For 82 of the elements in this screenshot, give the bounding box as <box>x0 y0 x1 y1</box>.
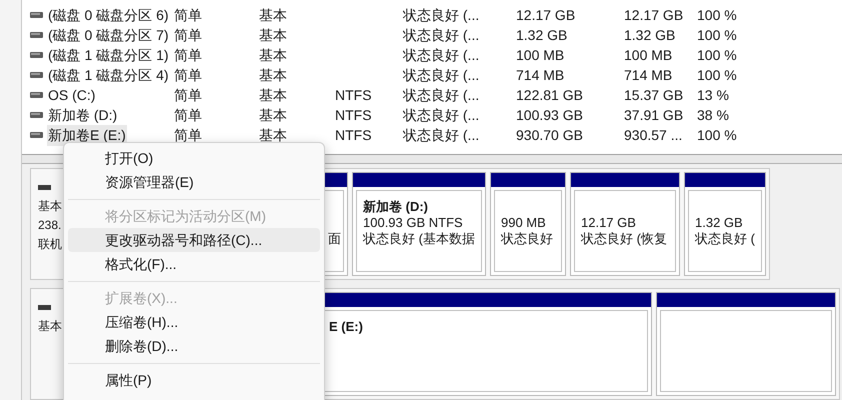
partition-size: 990 MB <box>501 215 547 231</box>
table-cell: 100 % <box>697 66 737 82</box>
volume-name[interactable]: (磁盘 0 磁盘分区 7) <box>47 24 170 46</box>
table-cell: 37.91 GB <box>624 106 684 122</box>
table-cell: 12.17 GB <box>516 6 576 22</box>
table-cell: 基本 <box>259 46 287 62</box>
volume-name[interactable]: (磁盘 1 磁盘分区 1) <box>47 44 170 66</box>
partition-name: 新加卷 (D:) <box>363 199 429 215</box>
table-cell: 1.32 GB <box>624 26 676 42</box>
table-cell: 122.81 GB <box>516 86 583 102</box>
drive-icon <box>30 92 43 98</box>
table-cell: 简单 <box>174 46 202 62</box>
partition-block[interactable] <box>656 292 836 396</box>
table-cell: 100 MB <box>516 46 564 62</box>
partition-name: E (E:) <box>329 319 364 335</box>
table-cell: 714 MB <box>624 66 672 82</box>
table-cell: 状态良好 (... <box>403 86 480 102</box>
table-cell: 100 % <box>697 6 737 22</box>
partition-status: 状态良好 <box>501 231 554 247</box>
table-cell: 状态良好 (... <box>403 26 480 42</box>
table-cell: 状态良好 (... <box>403 106 480 122</box>
table-cell: 100 % <box>697 46 737 62</box>
table-cell: 基本 <box>259 106 287 122</box>
partition-size: 100.93 GB NTFS <box>363 215 464 231</box>
table-cell: 状态良好 (... <box>403 46 480 62</box>
drive-icon <box>30 132 43 138</box>
volume-name[interactable]: OS (C:) <box>47 84 96 106</box>
menu-item[interactable]: 格式化(F)... <box>68 252 320 276</box>
table-cell: 714 MB <box>516 66 564 82</box>
table-cell: 15.37 GB <box>624 86 684 102</box>
table-cell: 状态良好 (... <box>403 66 480 82</box>
disk-label: 238. <box>38 217 62 234</box>
partition-size: 12.17 GB <box>581 215 637 231</box>
table-cell: 930.57 ... <box>624 126 682 142</box>
volume-name[interactable]: (磁盘 0 磁盘分区 6) <box>47 4 170 26</box>
table-cell: 状态良好 (... <box>403 126 480 142</box>
table-cell: 38 % <box>697 106 729 122</box>
table-cell: NTFS <box>335 106 372 122</box>
table-cell: 状态良好 (... <box>403 6 480 22</box>
table-cell: 100 MB <box>624 46 672 62</box>
volume-name[interactable]: 新加卷 (D:) <box>47 104 118 126</box>
table-cell: 简单 <box>174 26 202 42</box>
partition-status: 面 <box>328 231 341 247</box>
table-cell: 简单 <box>174 86 202 102</box>
partition-block[interactable]: 新加卷 (D:) 100.93 GB NTFS 状态良好 (基本数据 <box>352 172 486 276</box>
table-cell: 基本 <box>259 86 287 102</box>
drive-icon <box>30 12 43 18</box>
volume-name[interactable]: (磁盘 1 磁盘分区 4) <box>47 64 170 86</box>
table-cell: 基本 <box>259 26 287 42</box>
table-cell: 12.17 GB <box>624 6 684 22</box>
table-cell: 基本 <box>259 6 287 22</box>
table-cell: NTFS <box>335 126 372 142</box>
table-cell: 简单 <box>174 6 202 22</box>
table-cell: 简单 <box>174 126 202 142</box>
table-cell: 基本 <box>259 126 287 142</box>
table-cell: 简单 <box>174 66 202 82</box>
table-cell: 13 % <box>697 86 729 102</box>
table-cell: 简单 <box>174 106 202 122</box>
drive-icon <box>30 112 43 118</box>
table-cell: NTFS <box>335 86 372 102</box>
drive-icon <box>30 32 43 38</box>
table-cell: 100 % <box>697 126 737 142</box>
partition-block[interactable]: 990 MB 状态良好 <box>490 172 566 276</box>
disk-label: 基本 <box>38 198 63 215</box>
partition-block[interactable]: 1.32 GB 状态良好 ( <box>684 172 766 276</box>
drive-icon <box>30 72 43 78</box>
partition-status: 状态良好 (恢复 <box>581 231 668 247</box>
partition-status: 状态良好 (基本数据 <box>363 231 476 247</box>
partition-size: 1.32 GB <box>695 215 744 231</box>
table-cell: 930.70 GB <box>516 126 583 142</box>
partition-status: 状态良好 ( <box>695 231 756 247</box>
table-cell: 基本 <box>259 66 287 82</box>
disk-label: 联机 <box>38 236 63 253</box>
menu-item[interactable]: 打开(O) <box>68 146 320 170</box>
table-cell: 1.32 GB <box>516 26 568 42</box>
disk-label: 基本 <box>38 318 63 335</box>
drive-icon <box>30 52 43 58</box>
partition-block[interactable]: 12.17 GB 状态良好 (恢复 <box>570 172 680 276</box>
table-cell: 100 % <box>697 26 737 42</box>
menu-item[interactable]: 资源管理器(E) <box>68 170 320 194</box>
menu-item[interactable]: 更改驱动器号和路径(C)... <box>68 228 320 252</box>
table-cell: 100.93 GB <box>516 106 583 122</box>
